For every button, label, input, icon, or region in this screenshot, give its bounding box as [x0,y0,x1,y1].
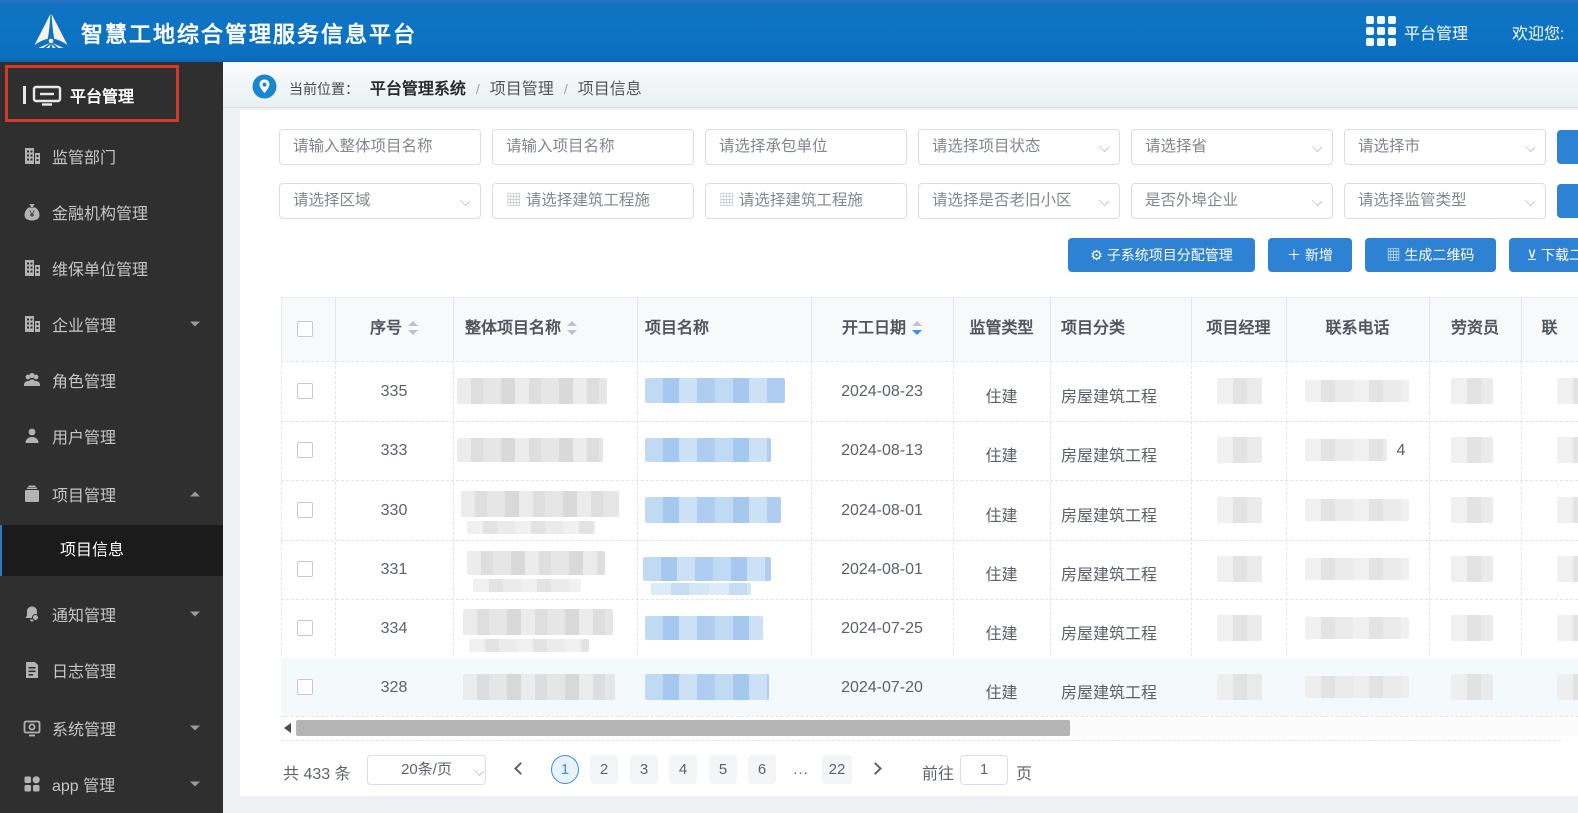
svg-text:¥: ¥ [28,209,35,219]
